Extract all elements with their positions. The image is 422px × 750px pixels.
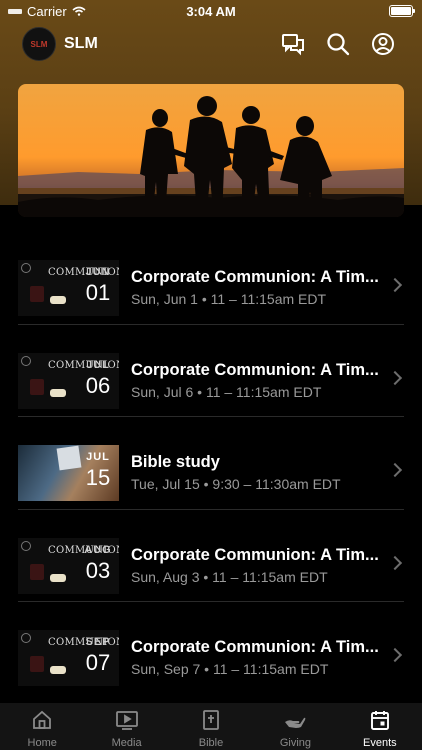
event-item[interactable]: JUL 15 Bible study Tue, Jul 15 • 9:30 – …: [0, 417, 422, 510]
event-title: Corporate Communion: A Tim...: [131, 360, 379, 379]
app-title: SLM: [64, 35, 98, 52]
thumb-month: SEP: [85, 636, 111, 648]
thumb-month: JUL: [86, 358, 110, 371]
tab-media[interactable]: Media: [84, 703, 168, 750]
chevron-right-icon: [387, 555, 403, 570]
thumb-day: 07: [85, 650, 111, 675]
event-datetime: Sun, Sep 7 • 11 – 11:15am EDT: [131, 661, 329, 677]
status-time: 3:04 AM: [186, 4, 236, 19]
tab-home[interactable]: Home: [0, 703, 84, 750]
chevron-right-icon: [387, 370, 403, 385]
chevron-right-icon: [387, 647, 403, 663]
communion-cup-icon: [30, 378, 44, 395]
thumb-day: 06: [85, 372, 111, 398]
church-logo-icon: [21, 633, 31, 643]
giving-icon: [285, 717, 306, 728]
bread-icon: [50, 573, 66, 582]
chevron-right-icon: [387, 277, 403, 293]
logo-text: SLM: [30, 39, 48, 49]
church-logo-icon: [21, 263, 31, 273]
thumb-month: JUL: [86, 451, 110, 463]
event-thumbnail: JUL 15: [18, 445, 119, 501]
thumb-day: 03: [85, 557, 111, 583]
tab-giving[interactable]: Giving: [253, 703, 337, 750]
event-thumbnail: COMMUNION SEP 07: [18, 630, 119, 686]
event-datetime: Sun, Aug 3 • 11 – 11:15am EDT: [131, 568, 328, 585]
app-logo[interactable]: SLM: [22, 27, 56, 61]
event-datetime: Sun, Jun 1 • 11 – 11:15am EDT: [131, 291, 327, 307]
event-item[interactable]: COMMUNION SEP 07 Corporate Communion: A …: [0, 602, 422, 695]
tab-label: Bible: [198, 737, 224, 749]
thumb-month: JUN: [85, 266, 111, 278]
event-list: COMMUNION JUN 01 Corporate Communion: A …: [0, 232, 422, 695]
event-title: Bible study: [131, 453, 220, 471]
bible-icon: [203, 710, 219, 730]
event-thumbnail: COMMUNION AUG 03: [18, 537, 119, 594]
home-icon: [33, 710, 52, 729]
tab-label: Events: [363, 737, 397, 749]
communion-cup-icon: [30, 286, 44, 302]
tab-bar: Home Media Bible Giving Events: [0, 703, 422, 750]
thumb-month: AUG: [84, 543, 112, 556]
chevron-right-icon: [387, 462, 403, 478]
account-icon[interactable]: [370, 31, 396, 57]
event-title: Corporate Communion: A Tim...: [131, 268, 379, 286]
event-thumbnail: COMMUNION JUL 06: [18, 352, 119, 409]
event-item[interactable]: COMMUNION AUG 03 Corporate Communion: A …: [0, 510, 422, 602]
tab-bible[interactable]: Bible: [169, 703, 253, 750]
tab-label: Home: [27, 737, 57, 749]
battery-icon: [389, 5, 415, 17]
event-title: Corporate Communion: A Tim...: [131, 638, 379, 656]
media-icon: [115, 711, 138, 730]
app-header: SLM SLM: [0, 24, 422, 64]
church-logo-icon: [21, 355, 31, 366]
event-datetime: Sun, Jul 6 • 11 – 11:15am EDT: [131, 383, 322, 400]
event-item[interactable]: COMMUNION JUN 01 Corporate Communion: A …: [0, 232, 422, 325]
event-title: Corporate Communion: A Tim...: [131, 545, 379, 564]
event-thumbnail: COMMUNION JUN 01: [18, 260, 119, 316]
bread-icon: [50, 666, 66, 674]
event-datetime: Tue, Jul 15 • 9:30 – 11:30am EDT: [131, 476, 341, 492]
thumb-day: 15: [85, 465, 111, 490]
bread-icon: [50, 296, 66, 304]
tab-events[interactable]: Events: [338, 703, 422, 750]
tab-label: Media: [111, 737, 142, 749]
search-icon[interactable]: [325, 31, 351, 57]
event-item[interactable]: COMMUNION JUL 06 Corporate Communion: A …: [0, 325, 422, 417]
hero-banner-image: [18, 84, 404, 217]
calendar-icon: [370, 711, 389, 730]
bread-icon: [50, 388, 66, 397]
communion-cup-icon: [30, 563, 44, 580]
thumb-day: 01: [85, 280, 111, 305]
tab-label: Giving: [279, 737, 312, 749]
communion-cup-icon: [30, 656, 44, 672]
church-logo-icon: [21, 540, 31, 551]
status-bar: Carrier 3:04 AM: [0, 0, 422, 22]
chat-icon[interactable]: [280, 31, 306, 57]
